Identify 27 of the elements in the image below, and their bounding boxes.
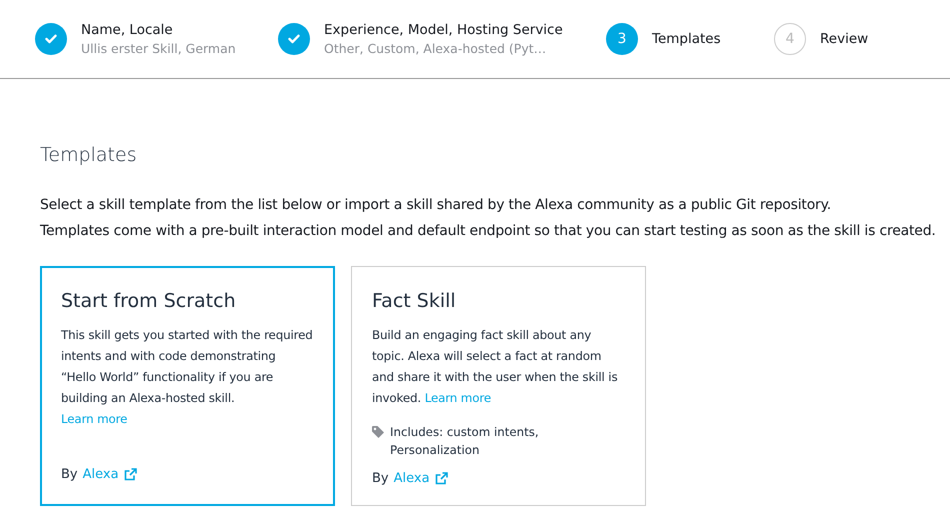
by-label: By xyxy=(61,466,78,484)
intro-text: Templates come with a pre-built interaction model and default endpoint so that you can start testing as soon as the skill is created. xyxy=(40,222,937,240)
step-title: Templates xyxy=(652,30,721,48)
card-title: Fact Skill xyxy=(372,288,457,314)
step-subtitle: Ullis erster Skill, German xyxy=(81,40,236,58)
card-description: This skill gets you started with the required intents and with code demonstrating “Hello World” functionality if you are building an Alexa-hosted skill. Learn more xyxy=(61,327,314,428)
step-title: Experience, Model, Hosting Service xyxy=(324,20,563,40)
learn-more-link[interactable]: Learn more xyxy=(61,412,128,426)
intro-text: Select a skill template from the list below or import a skill shared by the Alexa community as a public Git repository. xyxy=(40,196,832,214)
template-card[interactable]: Start from Scratch This skill gets you started with the required intents and with code demonstrating “Hello World” functionality if you are building an Alexa-hosted skill. Learn more By Alexa xyxy=(40,266,335,506)
tag-icon xyxy=(372,426,384,438)
card-title: Start from Scratch xyxy=(61,288,237,314)
author-link[interactable]: Alexa xyxy=(82,465,119,484)
includes-text: Includes: custom intents, Personalization xyxy=(390,424,540,459)
learn-more-link[interactable]: Learn more xyxy=(424,391,492,405)
by-label: By xyxy=(372,470,389,488)
author-link[interactable]: Alexa xyxy=(394,469,430,488)
card-description: Build an engaging fact skill about any topic. Alexa will select a fact at random and share it with the user when the skill is invoked. Learn more xyxy=(372,327,619,407)
external-link-icon xyxy=(124,468,137,482)
step-title: Name, Locale xyxy=(81,20,174,40)
template-card[interactable] xyxy=(351,266,646,506)
step-number: 4 xyxy=(774,23,806,55)
step-subtitle: Other, Custom, Alexa-hosted (Pyt… xyxy=(324,40,548,58)
section-heading: Templates xyxy=(40,143,138,168)
external-link-icon xyxy=(434,472,448,486)
step-number: 3 xyxy=(606,23,638,55)
step-title: Review xyxy=(820,30,868,48)
